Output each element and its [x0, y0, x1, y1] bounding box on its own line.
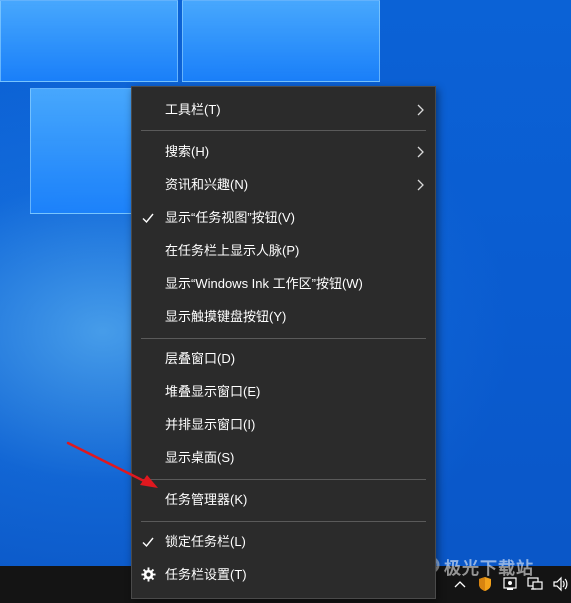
- menu-item-label: 层叠窗口(D): [165, 351, 236, 366]
- menu-item-label: 资讯和兴趣(N): [165, 177, 249, 192]
- menu-separator: [141, 521, 426, 522]
- menu-item-show-windows-stacked[interactable]: 堆叠显示窗口(E): [132, 375, 435, 408]
- menu-separator: [141, 338, 426, 339]
- menu-item-cascade-windows[interactable]: 层叠窗口(D): [132, 342, 435, 375]
- menu-item-show-windows-ink-button[interactable]: 显示“Windows Ink 工作区”按钮(W): [132, 267, 435, 300]
- checkmark-icon: [142, 537, 154, 548]
- checkmark-icon: [142, 213, 154, 224]
- menu-item-show-desktop[interactable]: 显示桌面(S): [132, 441, 435, 474]
- chevron-right-icon: [417, 146, 424, 158]
- menu-item-label: 任务管理器(K): [165, 492, 248, 507]
- menu-item-lock-taskbar[interactable]: 锁定任务栏(L): [132, 525, 435, 558]
- menu-item-toolbars[interactable]: 工具栏(T): [132, 93, 435, 126]
- chevron-right-icon: [417, 179, 424, 191]
- menu-item-show-task-view-button[interactable]: 显示“任务视图”按钮(V): [132, 201, 435, 234]
- watermark-text: 极光下载站: [444, 559, 534, 579]
- menu-item-label: 在任务栏上显示人脉(P): [165, 243, 300, 258]
- menu-item-search[interactable]: 搜索(H): [132, 135, 435, 168]
- menu-item-news-and-interests[interactable]: 资讯和兴趣(N): [132, 168, 435, 201]
- menu-item-taskbar-settings[interactable]: 任务栏设置(T): [132, 558, 435, 591]
- menu-item-label: 堆叠显示窗口(E): [165, 384, 261, 399]
- menu-item-label: 锁定任务栏(L): [165, 534, 246, 549]
- chevron-right-icon: [417, 104, 424, 116]
- menu-item-label: 显示“Windows Ink 工作区”按钮(W): [165, 276, 363, 291]
- menu-item-label: 显示触摸键盘按钮(Y): [165, 309, 287, 324]
- speaker-icon[interactable]: [552, 576, 568, 592]
- menu-item-show-touch-keyboard-button[interactable]: 显示触摸键盘按钮(Y): [132, 300, 435, 333]
- menu-item-label: 显示桌面(S): [165, 450, 235, 465]
- menu-item-label: 工具栏(T): [165, 102, 221, 117]
- menu-separator: [141, 130, 426, 131]
- menu-item-show-people[interactable]: 在任务栏上显示人脉(P): [132, 234, 435, 267]
- taskbar-context-menu: 工具栏(T) 搜索(H) 资讯和兴趣(N) 显示“任务视图”按钮(V) 在任务栏…: [131, 86, 436, 599]
- menu-item-task-manager[interactable]: 任务管理器(K): [132, 483, 435, 516]
- menu-item-show-windows-side-by-side[interactable]: 并排显示窗口(I): [132, 408, 435, 441]
- menu-item-label: 并排显示窗口(I): [165, 417, 256, 432]
- windows-logo-pane-top-left: [0, 0, 178, 82]
- menu-item-label: 显示“任务视图”按钮(V): [165, 210, 295, 225]
- menu-item-label: 任务栏设置(T): [165, 567, 247, 582]
- menu-item-label: 搜索(H): [165, 144, 210, 159]
- gear-icon: [141, 567, 156, 582]
- menu-separator: [141, 479, 426, 480]
- windows-logo-pane-top-right: [182, 0, 380, 82]
